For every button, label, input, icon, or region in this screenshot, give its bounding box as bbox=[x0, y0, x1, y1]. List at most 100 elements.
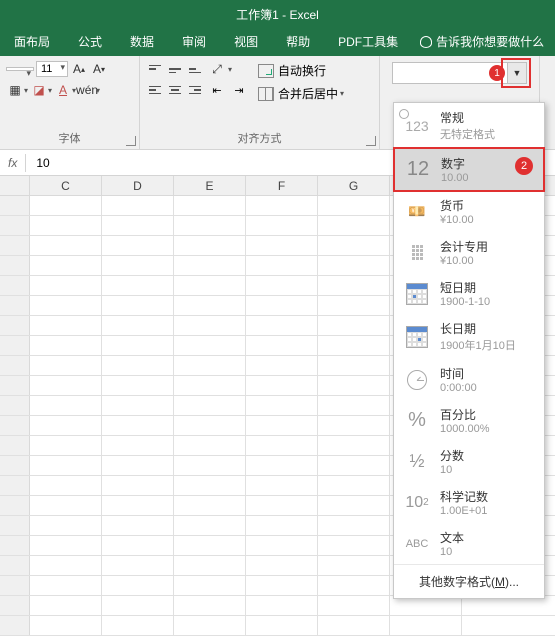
cell[interactable] bbox=[174, 416, 246, 435]
cell[interactable] bbox=[174, 216, 246, 235]
cell[interactable] bbox=[174, 236, 246, 255]
row-header[interactable] bbox=[0, 556, 30, 575]
row-header[interactable] bbox=[0, 296, 30, 315]
row-header[interactable] bbox=[0, 356, 30, 375]
cell[interactable] bbox=[174, 316, 246, 335]
cell[interactable] bbox=[318, 296, 390, 315]
align-top-icon[interactable] bbox=[146, 60, 164, 78]
align-left-icon[interactable] bbox=[146, 81, 164, 99]
cell[interactable] bbox=[30, 396, 102, 415]
cell[interactable] bbox=[174, 336, 246, 355]
cell[interactable] bbox=[102, 276, 174, 295]
format-text[interactable]: ABC 文本10 bbox=[394, 523, 544, 564]
cell[interactable] bbox=[246, 296, 318, 315]
cell[interactable] bbox=[246, 356, 318, 375]
cell[interactable] bbox=[174, 556, 246, 575]
cell[interactable] bbox=[30, 256, 102, 275]
cell[interactable] bbox=[30, 436, 102, 455]
cell[interactable] bbox=[102, 496, 174, 515]
cell[interactable] bbox=[30, 236, 102, 255]
cell[interactable] bbox=[174, 456, 246, 475]
cell[interactable] bbox=[102, 316, 174, 335]
cell[interactable] bbox=[30, 196, 102, 215]
increase-indent-icon[interactable]: ⇥ bbox=[230, 81, 248, 99]
row-header[interactable] bbox=[0, 476, 30, 495]
cell[interactable] bbox=[318, 376, 390, 395]
tab-pdf[interactable]: PDF工具集 bbox=[324, 27, 412, 56]
cell[interactable] bbox=[174, 356, 246, 375]
cell[interactable] bbox=[102, 576, 174, 595]
cell[interactable] bbox=[318, 576, 390, 595]
cell[interactable] bbox=[246, 276, 318, 295]
cell[interactable] bbox=[102, 396, 174, 415]
cell[interactable] bbox=[102, 296, 174, 315]
phonetic-icon[interactable]: wén bbox=[78, 81, 96, 99]
cell[interactable] bbox=[174, 596, 246, 615]
tab-formulas[interactable]: 公式 bbox=[64, 27, 116, 56]
row-header[interactable] bbox=[0, 276, 30, 295]
font-color-icon[interactable]: A bbox=[54, 81, 72, 99]
col-header-d[interactable]: D bbox=[102, 176, 174, 195]
cell[interactable] bbox=[246, 316, 318, 335]
cell[interactable] bbox=[30, 336, 102, 355]
wrap-text-button[interactable]: 自动换行 bbox=[254, 60, 348, 81]
cell[interactable] bbox=[174, 376, 246, 395]
format-scientific[interactable]: 102 科学记数1.00E+01 bbox=[394, 482, 544, 523]
cell[interactable] bbox=[318, 356, 390, 375]
cell[interactable] bbox=[246, 536, 318, 555]
row-header[interactable] bbox=[0, 236, 30, 255]
merge-center-button[interactable]: 合并后居中 ▾ bbox=[254, 83, 348, 104]
cell[interactable] bbox=[30, 456, 102, 475]
cell[interactable] bbox=[30, 416, 102, 435]
row-header[interactable] bbox=[0, 336, 30, 355]
cell[interactable] bbox=[102, 216, 174, 235]
cell[interactable] bbox=[246, 256, 318, 275]
tab-data[interactable]: 数据 bbox=[116, 27, 168, 56]
cell[interactable] bbox=[246, 496, 318, 515]
cell[interactable] bbox=[246, 376, 318, 395]
row-header[interactable] bbox=[0, 496, 30, 515]
cell[interactable] bbox=[102, 476, 174, 495]
tab-layout[interactable]: 面布局 bbox=[0, 27, 64, 56]
cell[interactable] bbox=[30, 596, 102, 615]
cell[interactable] bbox=[318, 276, 390, 295]
cell[interactable] bbox=[246, 416, 318, 435]
tab-help[interactable]: 帮助 bbox=[272, 27, 324, 56]
cell[interactable] bbox=[318, 396, 390, 415]
format-general[interactable]: 123 常规无特定格式 bbox=[394, 103, 544, 148]
number-format-caret[interactable]: ▼ bbox=[507, 62, 527, 84]
format-fraction[interactable]: ½ 分数10 bbox=[394, 441, 544, 482]
cell[interactable] bbox=[318, 196, 390, 215]
cell[interactable] bbox=[102, 196, 174, 215]
cell[interactable] bbox=[246, 576, 318, 595]
cell[interactable] bbox=[102, 376, 174, 395]
cell[interactable] bbox=[174, 256, 246, 275]
cell[interactable] bbox=[102, 236, 174, 255]
cell[interactable] bbox=[30, 316, 102, 335]
more-number-formats[interactable]: 其他数字格式(M)... bbox=[394, 564, 544, 598]
cell[interactable] bbox=[318, 516, 390, 535]
row-header[interactable] bbox=[0, 316, 30, 335]
decrease-font-icon[interactable]: A▾ bbox=[90, 60, 108, 78]
align-bottom-icon[interactable] bbox=[186, 60, 204, 78]
row-header[interactable] bbox=[0, 256, 30, 275]
cell[interactable] bbox=[174, 536, 246, 555]
cell[interactable] bbox=[102, 536, 174, 555]
row-header[interactable] bbox=[0, 596, 30, 615]
cell[interactable] bbox=[318, 216, 390, 235]
formula-value[interactable]: 10 bbox=[26, 156, 59, 170]
cell[interactable] bbox=[318, 316, 390, 335]
cell[interactable] bbox=[174, 196, 246, 215]
cell[interactable] bbox=[30, 516, 102, 535]
row-header[interactable] bbox=[0, 216, 30, 235]
col-header-g[interactable]: G bbox=[318, 176, 390, 195]
cell[interactable] bbox=[30, 496, 102, 515]
cell[interactable] bbox=[246, 396, 318, 415]
cell[interactable] bbox=[246, 516, 318, 535]
cell[interactable] bbox=[102, 356, 174, 375]
cell[interactable] bbox=[246, 556, 318, 575]
cell[interactable] bbox=[318, 556, 390, 575]
tab-review[interactable]: 审阅 bbox=[168, 27, 220, 56]
cell[interactable] bbox=[30, 536, 102, 555]
cell[interactable] bbox=[30, 376, 102, 395]
